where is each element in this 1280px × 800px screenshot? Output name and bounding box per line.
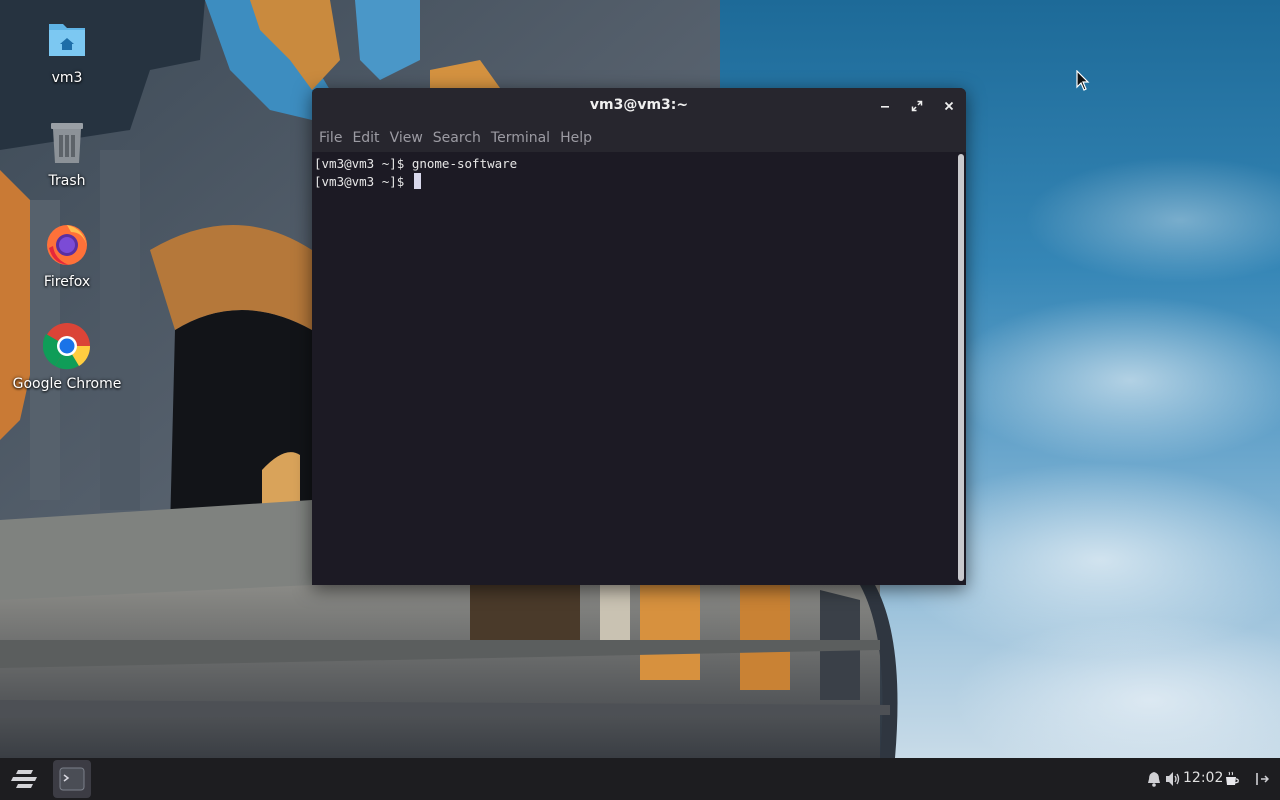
desktop-icon-label: Firefox xyxy=(43,274,91,290)
desktop-icon-trash[interactable]: Trash xyxy=(12,119,122,189)
menu-terminal[interactable]: Terminal xyxy=(486,130,555,146)
menu-edit[interactable]: Edit xyxy=(347,130,384,146)
mouse-pointer-icon xyxy=(1076,70,1090,91)
taskbar: 12:02 xyxy=(0,758,1280,800)
close-button[interactable] xyxy=(937,94,961,118)
bell-icon xyxy=(1148,772,1160,787)
terminal-titlebar[interactable]: vm3@vm3:~ xyxy=(312,88,966,124)
maximize-button[interactable] xyxy=(905,94,929,118)
desktop-wallpaper: vm3 Trash Firefox Google Chrome vm3@vm3:… xyxy=(0,0,1280,758)
volume-button[interactable] xyxy=(1164,771,1182,787)
logout-icon xyxy=(1256,773,1269,785)
app-menu-button[interactable] xyxy=(6,761,44,797)
terminal-prompt-line: [vm3@vm3 ~]$ xyxy=(314,173,966,191)
close-icon xyxy=(944,101,954,111)
home-folder-icon xyxy=(43,16,91,64)
caffeine-button[interactable] xyxy=(1223,770,1241,788)
terminal-scrollbar[interactable] xyxy=(958,154,964,581)
desktop-icon-label: Trash xyxy=(48,173,86,189)
maximize-icon xyxy=(911,100,923,112)
text-cursor xyxy=(413,173,421,189)
minimize-icon xyxy=(881,106,889,108)
desktop-icon-label: vm3 xyxy=(51,70,83,86)
desktop-icon-firefox[interactable]: Firefox xyxy=(12,220,122,290)
terminal-output[interactable]: [vm3@vm3 ~]$ gnome-software [vm3@vm3 ~]$ xyxy=(312,152,966,585)
zorin-menu-icon xyxy=(11,770,37,788)
logout-button[interactable] xyxy=(1254,770,1270,788)
terminal-line: [vm3@vm3 ~]$ gnome-software xyxy=(314,156,518,171)
desktop-icon-chrome[interactable]: Google Chrome xyxy=(12,322,122,392)
window-title: vm3@vm3:~ xyxy=(589,97,689,113)
firefox-icon xyxy=(43,220,91,268)
chrome-icon xyxy=(42,322,91,370)
trash-icon xyxy=(43,119,91,167)
menu-file[interactable]: File xyxy=(314,130,347,146)
menu-search[interactable]: Search xyxy=(428,130,486,146)
volume-icon xyxy=(1166,772,1180,786)
notifications-button[interactable] xyxy=(1146,771,1162,787)
menu-help[interactable]: Help xyxy=(555,130,597,146)
terminal-window[interactable]: vm3@vm3:~ File Edit View Search Terminal… xyxy=(312,88,966,585)
desktop-icon-label: Google Chrome xyxy=(12,376,122,392)
clock[interactable]: 12:02 xyxy=(1183,770,1223,786)
terminal-prompt: [vm3@vm3 ~]$ xyxy=(314,174,412,189)
coffee-icon xyxy=(1226,771,1239,785)
terminal-menubar: File Edit View Search Terminal Help xyxy=(312,124,966,152)
taskbar-terminal-button[interactable] xyxy=(53,760,91,798)
desktop-icon-home[interactable]: vm3 xyxy=(12,16,122,86)
terminal-icon xyxy=(59,767,85,791)
minimize-button[interactable] xyxy=(873,94,897,118)
menu-view[interactable]: View xyxy=(385,130,428,146)
